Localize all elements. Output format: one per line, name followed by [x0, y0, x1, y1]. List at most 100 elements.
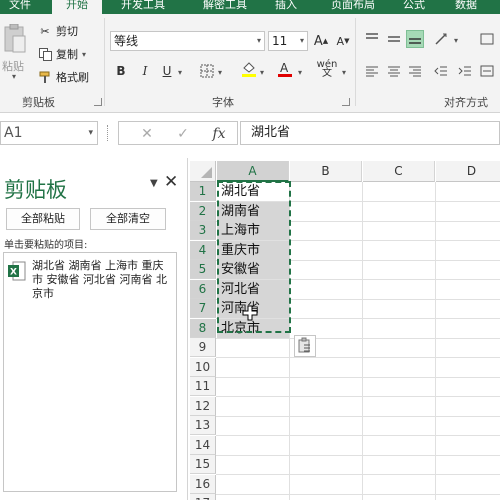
underline-dropdown-icon[interactable]: ▾	[178, 68, 182, 77]
chevron-down-icon[interactable]: ▾	[300, 32, 304, 50]
row-header[interactable]: 5	[190, 260, 216, 279]
row-header[interactable]: 10	[190, 357, 216, 377]
pane-hint: 单击要粘贴的项目:	[4, 240, 88, 251]
tab-decrypt[interactable]: 解密工具	[190, 0, 260, 14]
increase-font-size-icon[interactable]: A ▲	[312, 32, 330, 50]
font-color-icon[interactable]: A	[276, 60, 294, 78]
phonetic-guide-icon[interactable]: wén 文	[317, 60, 338, 79]
svg-text:X: X	[10, 268, 17, 278]
column-header-d[interactable]: D	[436, 161, 500, 182]
format-painter-icon	[38, 70, 52, 84]
row-header[interactable]: 16	[190, 474, 216, 494]
cancel-icon[interactable]: ✕	[137, 124, 157, 144]
row-header[interactable]: 1	[190, 182, 216, 201]
chevron-down-icon[interactable]: ▾	[88, 122, 93, 144]
cut-button[interactable]: ✂ 剪切	[38, 22, 78, 40]
paste-options-icon	[298, 337, 310, 353]
ribbon-tab-bar: 文件 开始 开发工具 解密工具 插入 页面布局 公式 数据	[0, 0, 500, 14]
row-header[interactable]: 11	[190, 377, 216, 396]
formula-bar: A1 ▾ ✕ ✓ fx 湖北省	[0, 113, 500, 158]
gridline	[216, 396, 500, 397]
formula-input[interactable]: 湖北省	[240, 121, 500, 145]
row-header[interactable]: 7	[190, 299, 216, 318]
decrease-font-size-icon[interactable]: A ▼	[334, 32, 352, 50]
name-box-splitter[interactable]	[107, 125, 109, 141]
enter-icon[interactable]: ✓	[173, 124, 193, 144]
worksheet-grid[interactable]: A B C D 1 湖北省 2 湖南省 3 上海市 4 重庆市 5 安徽省 6 河北省 7 河南省 8 北京市…	[190, 158, 500, 500]
row-header[interactable]: 13	[190, 416, 216, 435]
wrap-text-icon[interactable]	[478, 30, 496, 48]
paste-icon[interactable]	[4, 24, 26, 54]
copy-button[interactable]: 复制 ▾	[38, 45, 86, 63]
row-header[interactable]: 6	[190, 279, 216, 299]
pane-options-icon[interactable]: ▼	[150, 178, 158, 189]
merge-center-icon[interactable]	[478, 62, 496, 80]
copy-dropdown-icon[interactable]: ▾	[82, 50, 86, 59]
font-size-select[interactable]: 11 ▾	[268, 31, 308, 51]
tab-page-layout[interactable]: 页面布局	[318, 0, 388, 14]
select-all-corner[interactable]	[190, 161, 216, 182]
tab-data[interactable]: 数据	[446, 0, 486, 14]
row-header[interactable]: 2	[190, 201, 216, 221]
clipboard-group-label: 剪贴板	[22, 96, 55, 109]
bold-button[interactable]: B	[112, 62, 130, 80]
column-header-b[interactable]: B	[290, 161, 362, 182]
align-left-icon[interactable]	[363, 62, 381, 80]
font-color-dropdown-icon[interactable]: ▾	[298, 68, 302, 77]
column-header-c[interactable]: C	[363, 161, 435, 182]
row-header[interactable]: 15	[190, 455, 216, 474]
close-icon[interactable]: ✕	[164, 172, 178, 192]
align-right-icon[interactable]	[406, 62, 424, 80]
paste-dropdown-icon[interactable]: ▾	[12, 72, 16, 81]
gridline	[216, 454, 500, 456]
row-header[interactable]: 4	[190, 240, 216, 260]
clipboard-item[interactable]: X 湖北省 湖南省 上海市 重庆市 安徽省 河北省 河南省 北京市	[8, 259, 168, 309]
format-painter-button[interactable]: 格式刷	[38, 68, 89, 86]
borders-icon[interactable]	[198, 62, 216, 80]
copy-icon	[38, 47, 52, 61]
insert-function-icon[interactable]: fx	[209, 124, 229, 144]
orientation-icon[interactable]	[432, 30, 450, 48]
row-header[interactable]: 14	[190, 435, 216, 455]
underline-button[interactable]: U	[158, 62, 176, 80]
gridline	[216, 415, 500, 417]
decrease-indent-icon[interactable]	[432, 62, 450, 80]
name-box[interactable]: A1 ▾	[0, 121, 98, 145]
font-size-value: 11	[272, 34, 288, 48]
align-top-icon[interactable]	[363, 30, 381, 48]
column-header-a[interactable]: A	[217, 161, 289, 182]
increase-indent-icon[interactable]	[456, 62, 474, 80]
borders-dropdown-icon[interactable]: ▾	[218, 68, 222, 77]
orientation-dropdown-icon[interactable]: ▾	[454, 36, 458, 45]
tab-developer[interactable]: 开发工具	[108, 0, 178, 14]
clear-all-button[interactable]: 全部清空	[90, 208, 166, 230]
font-group-label: 字体	[212, 96, 234, 109]
format-painter-label: 格式刷	[56, 71, 89, 84]
row-header[interactable]: 17	[190, 494, 216, 500]
font-launcher-icon[interactable]	[342, 98, 350, 106]
row-header[interactable]: 9	[190, 338, 216, 357]
fill-color-icon[interactable]	[240, 60, 258, 78]
font-name-value: 等线	[114, 34, 139, 48]
font-name-select[interactable]: 等线 ▾	[110, 31, 265, 51]
tab-formulas[interactable]: 公式	[394, 0, 434, 14]
tab-home[interactable]: 开始	[52, 0, 102, 14]
clipboard-launcher-icon[interactable]	[94, 98, 102, 106]
align-bottom-icon[interactable]	[406, 30, 424, 48]
phonetic-dropdown-icon[interactable]: ▾	[342, 68, 346, 77]
italic-button[interactable]: I	[136, 62, 154, 80]
fill-color-dropdown-icon[interactable]: ▾	[260, 68, 264, 77]
row-header[interactable]: 8	[190, 318, 216, 338]
row-header[interactable]: 3	[190, 221, 216, 240]
clipboard-item-text: 湖北省 湖南省 上海市 重庆市 安徽省 河北省 河南省 北京市	[32, 259, 167, 300]
copy-label: 复制	[56, 48, 78, 61]
align-center-icon[interactable]	[385, 62, 403, 80]
chevron-down-icon[interactable]: ▾	[257, 32, 261, 50]
align-middle-icon[interactable]	[385, 30, 403, 48]
paste-options-button[interactable]	[294, 335, 316, 357]
gridline	[216, 337, 500, 339]
tab-file[interactable]: 文件	[0, 0, 40, 14]
tab-insert[interactable]: 插入	[266, 0, 306, 14]
row-header[interactable]: 12	[190, 396, 216, 416]
paste-all-button[interactable]: 全部粘贴	[6, 208, 80, 230]
